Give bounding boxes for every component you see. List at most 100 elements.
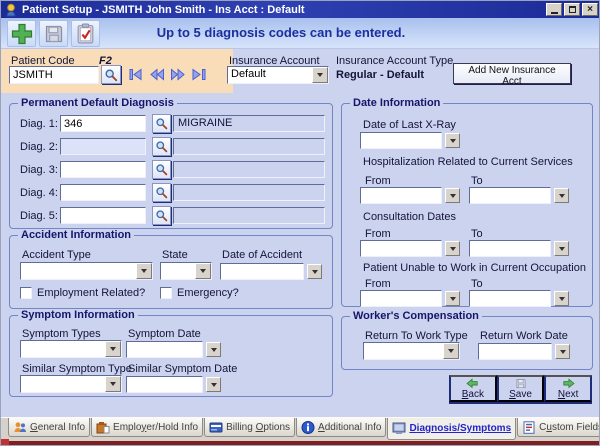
date-input[interactable] — [126, 376, 203, 393]
save-button[interactable]: Save — [497, 375, 545, 402]
date-input[interactable] — [360, 290, 442, 307]
consultation-label: Consultation Dates — [363, 211, 456, 223]
consultation-from-field[interactable] — [360, 240, 460, 257]
calendar-dropdown-button[interactable] — [554, 188, 569, 203]
symptom-types-select[interactable] — [20, 340, 122, 358]
chevron-down-icon — [312, 270, 318, 274]
bottom-strip — [1, 441, 600, 446]
date-of-accident-label: Date of Accident — [222, 249, 302, 261]
date-input[interactable] — [360, 132, 442, 149]
date-input[interactable] — [360, 187, 442, 204]
diagnosis-group: Permanent Default Diagnosis Diag. 1: MIG… — [9, 103, 333, 229]
save-icon — [514, 378, 528, 389]
calendar-dropdown-button[interactable] — [307, 264, 322, 279]
close-button[interactable]: × — [582, 3, 598, 16]
consultation-to-field[interactable] — [469, 240, 569, 257]
hospitalization-to-field[interactable] — [469, 187, 569, 204]
calendar-dropdown-button[interactable] — [445, 133, 460, 148]
state-select[interactable] — [160, 262, 212, 280]
record-last-button[interactable] — [190, 67, 208, 81]
accident-group-title: Accident Information — [18, 229, 134, 241]
calendar-dropdown-button[interactable] — [554, 241, 569, 256]
chevron-down-icon — [450, 247, 456, 251]
record-next-button[interactable] — [169, 67, 187, 81]
next-button[interactable]: Next — [544, 375, 592, 402]
tab-billing-options[interactable]: Billing Options — [204, 418, 295, 437]
similar-symptom-date-field[interactable] — [126, 376, 221, 393]
date-input[interactable] — [469, 240, 551, 257]
diag-code-input[interactable] — [60, 184, 146, 201]
tab-diagnosis-symptoms[interactable]: Diagnosis/Symptoms — [387, 418, 516, 440]
diag-code-input[interactable] — [60, 207, 146, 224]
patient-code-input[interactable] — [9, 66, 99, 84]
dropdown-arrow-button[interactable] — [105, 341, 121, 357]
maximize-button[interactable] — [564, 3, 580, 16]
tab-general-info[interactable]: General Info — [8, 418, 90, 437]
add-new-insurance-button[interactable]: Add New Insurance Acct — [453, 63, 571, 84]
record-first-button[interactable] — [127, 67, 145, 81]
diag-code-input[interactable] — [60, 161, 146, 178]
previous-record-icon — [149, 68, 165, 81]
accident-group: Accident Information Accident Type State… — [9, 235, 333, 309]
return-work-date-field[interactable] — [478, 343, 570, 360]
date-input[interactable] — [478, 343, 552, 360]
diag-description — [173, 207, 325, 224]
first-record-icon — [128, 68, 144, 81]
unable-to-work-label: Patient Unable to Work in Current Occupa… — [363, 262, 586, 274]
return-to-work-type-label: Return To Work Type — [365, 330, 468, 342]
date-input[interactable] — [469, 290, 551, 307]
diag-lookup-button[interactable] — [152, 114, 171, 133]
date-input[interactable] — [126, 341, 203, 358]
dropdown-arrow-button[interactable] — [136, 263, 152, 279]
xray-date-field[interactable] — [360, 132, 460, 149]
date-input[interactable] — [360, 240, 442, 257]
unable-from-label: From — [365, 278, 391, 290]
dropdown-arrow-button[interactable] — [105, 376, 121, 392]
verify-button[interactable] — [71, 20, 100, 47]
save-toolbar-button[interactable] — [39, 20, 68, 47]
unable-from-field[interactable] — [360, 290, 460, 307]
employment-related-checkbox[interactable] — [20, 287, 32, 299]
hospitalization-from-field[interactable] — [360, 187, 460, 204]
diag-lookup-button[interactable] — [152, 160, 171, 179]
date-input[interactable] — [469, 187, 551, 204]
symptom-date-field[interactable] — [126, 341, 221, 358]
diag-lookup-button[interactable] — [152, 137, 171, 156]
save-icon — [44, 24, 64, 44]
calendar-dropdown-button[interactable] — [206, 342, 221, 357]
emergency-checkbox[interactable] — [160, 287, 172, 299]
patient-lookup-button[interactable] — [101, 65, 121, 84]
window-title: Patient Setup - JSMITH John Smith - Ins … — [22, 4, 546, 16]
custom-fields-icon — [522, 421, 536, 434]
return-to-work-type-select[interactable] — [363, 342, 460, 360]
unable-to-field[interactable] — [469, 290, 569, 307]
diag-lookup-button[interactable] — [152, 206, 171, 225]
calendar-dropdown-button[interactable] — [206, 377, 221, 392]
dropdown-arrow-button[interactable] — [195, 263, 211, 279]
tab-employer-hold-info[interactable]: Employer/Hold Info — [91, 418, 203, 437]
calendar-dropdown-button[interactable] — [445, 241, 460, 256]
dropdown-arrow-button[interactable] — [443, 343, 459, 359]
back-button[interactable]: Back — [449, 375, 497, 402]
calendar-dropdown-button[interactable] — [445, 188, 460, 203]
insurance-account-select[interactable]: Default — [227, 66, 329, 84]
diag-code-input[interactable] — [60, 115, 146, 132]
date-input[interactable] — [220, 263, 304, 280]
record-previous-button[interactable] — [148, 67, 166, 81]
dropdown-arrow-button[interactable] — [312, 67, 328, 83]
diag-code-input[interactable] — [60, 138, 146, 155]
date-of-accident-field[interactable] — [220, 263, 322, 280]
calendar-dropdown-button[interactable] — [445, 291, 460, 306]
tab-additional-info[interactable]: Additional Info — [296, 418, 386, 437]
calendar-dropdown-button[interactable] — [555, 344, 570, 359]
chevron-down-icon — [559, 194, 565, 198]
accident-type-select[interactable] — [20, 262, 153, 280]
add-button[interactable] — [7, 20, 36, 47]
tab-custom-fields[interactable]: Custom Fields — [517, 418, 600, 437]
minimize-button[interactable] — [546, 3, 562, 16]
similar-symptom-type-select[interactable] — [20, 375, 122, 393]
diag-lookup-button[interactable] — [152, 183, 171, 202]
calendar-dropdown-button[interactable] — [554, 291, 569, 306]
similar-symptom-type-label: Similar Symptom Type — [22, 363, 132, 375]
toolbar: Up to 5 diagnosis codes can be entered. — [1, 18, 600, 49]
